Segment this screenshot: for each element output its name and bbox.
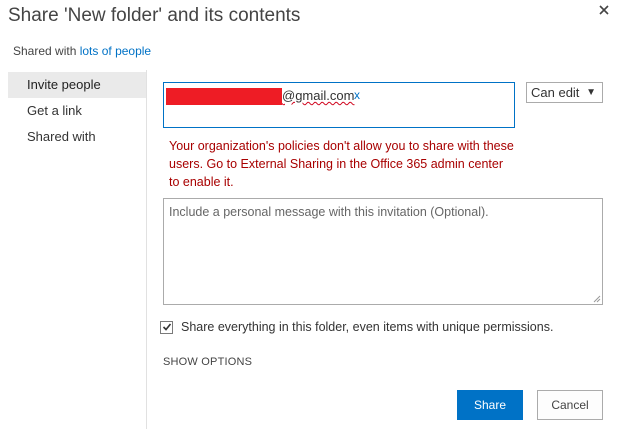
- nav-item-invite-people[interactable]: Invite people: [8, 72, 146, 98]
- permission-dropdown[interactable]: Can edit ▼: [526, 82, 603, 103]
- nav-divider: [146, 70, 147, 429]
- share-nav: Invite people Get a link Shared with: [8, 72, 146, 150]
- shared-with-prefix: Shared with: [13, 44, 77, 58]
- permission-value: Can edit: [531, 85, 580, 100]
- resize-grip-icon[interactable]: [593, 295, 601, 303]
- dropdown-arrow-icon: ▼: [586, 87, 596, 98]
- sharing-policy-error: Your organization's policies don't allow…: [169, 139, 514, 189]
- invitee-email: @gmail.com: [282, 88, 355, 103]
- cancel-button[interactable]: Cancel: [537, 390, 603, 420]
- redacted-email-block: [166, 88, 282, 105]
- checkmark-icon: [162, 323, 171, 331]
- shared-with-link[interactable]: lots of people: [80, 44, 151, 58]
- remove-invitee-button[interactable]: x: [354, 88, 360, 102]
- personal-message-field[interactable]: [163, 198, 603, 305]
- share-everything-checkbox[interactable]: [160, 320, 173, 334]
- share-everything-label: Share everything in this folder, even it…: [181, 320, 554, 334]
- share-button[interactable]: Share: [457, 390, 523, 420]
- dialog-title: Share 'New folder' and its contents: [8, 5, 301, 26]
- shared-with-summary: Shared with lots of people: [13, 44, 151, 58]
- share-everything-option: Share everything in this folder, even it…: [160, 320, 553, 334]
- people-picker-input[interactable]: @gmail.com x: [163, 82, 515, 128]
- close-button[interactable]: [594, 0, 614, 20]
- nav-item-shared-with[interactable]: Shared with: [8, 124, 146, 150]
- show-options-link[interactable]: SHOW OPTIONS: [163, 356, 252, 368]
- close-icon: [599, 5, 609, 15]
- nav-item-get-a-link[interactable]: Get a link: [8, 98, 146, 124]
